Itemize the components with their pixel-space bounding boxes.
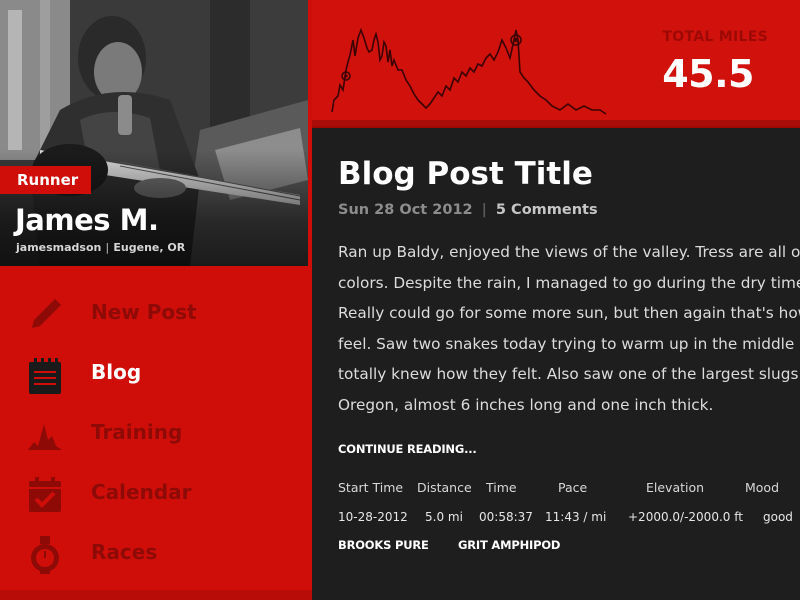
stopwatch-icon: [31, 536, 59, 574]
sidebar-item-new-post[interactable]: New Post: [0, 286, 300, 338]
post-body-line: Really could go for some more sun, but t…: [338, 304, 800, 322]
sidebar-item-label: Training: [91, 420, 183, 444]
post-body-line: colors. Despite the rain, I managed to g…: [338, 273, 800, 292]
column-header-start-time: Start Time: [338, 480, 404, 495]
column-header-distance: Distance: [417, 480, 472, 495]
profile-name[interactable]: James M.: [15, 200, 159, 240]
sidebar-item-races[interactable]: Races: [0, 526, 300, 578]
stat-elevation: +2000.0/-2000.0 ft: [628, 510, 743, 524]
total-miles-value: 45.5: [662, 52, 754, 96]
stat-mood: good: [763, 510, 793, 524]
total-miles-label: TOTAL MILES: [662, 29, 768, 45]
column-header-time: Time: [486, 480, 517, 495]
post-body-line: totally knew how they felt. Also saw one…: [338, 365, 799, 383]
sidebar-item-label: Calendar: [91, 480, 192, 504]
sidebar: Runner James M. jamesmadson | Eugene, OR N…: [0, 0, 312, 600]
blog-post: Blog Post Title Sun 28 Oct 2012 | 5 Commen…: [312, 130, 800, 600]
post-body-line: Oregon, almost 6 inches long and one inc…: [338, 395, 714, 414]
stats-header: TOTAL MILES 45.5: [312, 0, 800, 128]
sidebar-item-label: Blog: [91, 360, 142, 384]
meta-separator: |: [105, 241, 110, 254]
sidebar-item-label: New Post: [91, 300, 197, 324]
elevation-chart-icon: [28, 424, 62, 450]
sidebar-item-calendar[interactable]: Calendar: [0, 466, 300, 518]
notepad-icon: [29, 358, 61, 394]
column-header-mood: Mood: [745, 480, 780, 495]
stat-start-time: 10-28-2012: [338, 510, 408, 524]
profile-meta: jamesmadson | Eugene, OR: [16, 240, 185, 256]
elevation-profile-chart: [331, 27, 607, 115]
post-body: Ran up Baldy, enjoyed the views of the v…: [338, 237, 800, 420]
role-badge: Runner: [0, 166, 91, 194]
stat-distance: 5.0 mi: [425, 510, 463, 524]
post-meta: Sun 28 Oct 2012 | 5 Comments: [338, 202, 598, 218]
sidebar-bottom-strip: [0, 590, 312, 600]
post-date: Sun 28 Oct 2012: [338, 202, 473, 218]
column-header-pace: Pace: [558, 480, 588, 495]
post-title[interactable]: Blog Post Title: [338, 152, 593, 196]
stats-table-row: 10-28-2012 5.0 mi 00:58:37 11:43 / mi +2…: [312, 510, 800, 530]
profile-location: Eugene, OR: [113, 241, 186, 254]
continue-reading-link[interactable]: CONTINUE READING...: [338, 442, 477, 456]
post-body-line: feel. Saw two snakes today trying to war…: [338, 334, 795, 353]
sidebar-item-blog[interactable]: Blog: [0, 346, 300, 398]
profile-header: Runner James M. jamesmadson | Eugene, OR: [0, 0, 308, 266]
stat-time: 00:58:37: [479, 510, 533, 524]
calendar-check-icon: [29, 477, 61, 512]
meta-separator: |: [481, 202, 487, 218]
sidebar-item-training[interactable]: Training: [0, 406, 300, 458]
gear-tag-hydration[interactable]: GRIT AMPHIPOD: [458, 538, 560, 552]
stats-table-header: Start Time Distance Time Pace Elevation …: [312, 480, 800, 500]
comments-link[interactable]: 5 Comments: [496, 202, 598, 218]
sidebar-item-label: Races: [91, 540, 158, 564]
column-header-elevation: Elevation: [646, 480, 705, 495]
stat-pace: 11:43 / mi: [545, 510, 607, 524]
gear-tag-shoes[interactable]: BROOKS PURE: [338, 538, 429, 552]
gear-tags: BROOKS PURE GRIT AMPHIPOD: [312, 538, 800, 556]
pencil-icon: [32, 299, 61, 328]
profile-username[interactable]: jamesmadson: [16, 241, 101, 254]
post-body-line: Ran up Baldy, enjoyed the views of the v…: [338, 243, 800, 261]
